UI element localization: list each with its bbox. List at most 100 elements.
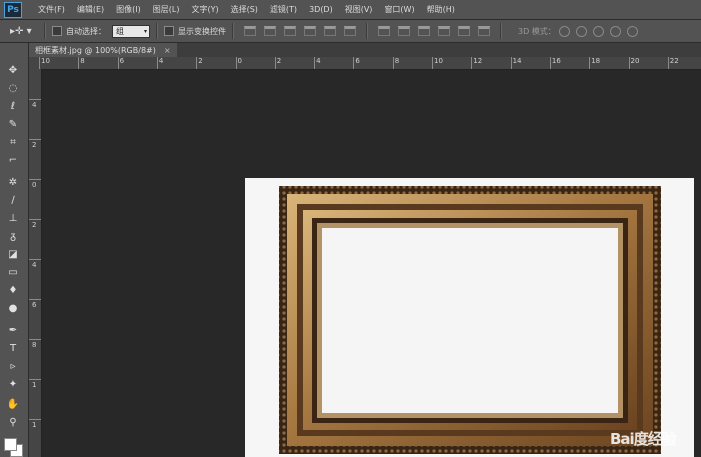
history-brush-tool-icon[interactable]: ᵹ xyxy=(5,229,21,244)
align-left-icon[interactable] xyxy=(304,26,316,36)
ruler-label: 6 xyxy=(32,301,37,309)
ruler-label: 2 xyxy=(198,57,203,65)
quick-select-tool-icon[interactable]: ✎ xyxy=(5,117,21,132)
auto-select-dropdown[interactable]: 组 ▾ xyxy=(112,24,150,38)
close-icon[interactable]: × xyxy=(164,46,171,55)
divider xyxy=(44,23,46,39)
ruler-tick xyxy=(235,57,237,69)
ruler-label: 2 xyxy=(32,141,37,149)
menu-layer[interactable]: 图层(L) xyxy=(147,4,186,15)
ruler-tick xyxy=(589,57,591,69)
align-hcenter-icon[interactable] xyxy=(324,26,336,36)
ruler-label: 6 xyxy=(355,57,360,65)
ruler-label: 12 xyxy=(473,57,483,65)
menu-window[interactable]: 窗口(W) xyxy=(378,4,420,15)
ruler-label: 0 xyxy=(237,57,242,65)
document-tab[interactable]: 相框素材.jpg @ 100%(RGB/8#) × xyxy=(29,43,177,57)
menu-view[interactable]: 视图(V) xyxy=(339,4,379,15)
3d-rotate-icon[interactable] xyxy=(558,25,570,37)
menu-filter[interactable]: 滤镜(T) xyxy=(264,4,303,15)
document-canvas[interactable] xyxy=(245,178,694,457)
ruler-tick xyxy=(353,57,355,69)
distribute-hcenter-icon[interactable] xyxy=(458,26,470,36)
align-vcenter-icon[interactable] xyxy=(264,26,276,36)
hand-tool-icon[interactable]: ✋ xyxy=(5,397,21,412)
tools-panel: ✥ ◌ ℓ ✎ ⌗ ⌐ ✲ ∕ ⊥ ᵹ ◪ ▭ ♦ ● ✒ T ▹ ✦ ✋ ⚲ xyxy=(0,43,29,457)
document-tab-bar: 相框素材.jpg @ 100%(RGB/8#) × xyxy=(29,43,701,57)
ruler-tick xyxy=(29,419,41,420)
align-bottom-icon[interactable] xyxy=(284,26,296,36)
dodge-tool-icon[interactable]: ● xyxy=(5,301,21,316)
crop-tool-icon[interactable]: ⌗ xyxy=(5,135,21,150)
ruler-tick xyxy=(432,57,433,69)
3d-roll-icon[interactable] xyxy=(575,25,587,37)
eraser-tool-icon[interactable]: ◪ xyxy=(5,247,21,262)
ruler-tick xyxy=(314,57,316,69)
3d-scale-icon[interactable] xyxy=(626,25,638,37)
path-selection-tool-icon[interactable]: ▹ xyxy=(5,359,21,374)
move-tool-icon[interactable]: ✥ xyxy=(5,63,21,78)
auto-select-label: 自动选择： xyxy=(66,26,106,36)
distribute-right-icon[interactable] xyxy=(478,26,490,36)
ruler-tick xyxy=(510,57,512,69)
align-right-icon[interactable] xyxy=(344,26,356,36)
ruler-tick xyxy=(392,57,394,69)
vertical-ruler[interactable]: 4 2 0 2 4 6 8 1 1 xyxy=(29,69,42,457)
move-tool-preset-icon[interactable]: ▸✛ ▾ xyxy=(10,23,34,39)
ruler-tick xyxy=(29,99,41,100)
menu-bar: Ps 文件(F) 编辑(E) 图像(I) 图层(L) 文字(Y) 选择(S) 滤… xyxy=(0,0,701,20)
menu-type[interactable]: 文字(Y) xyxy=(185,4,224,15)
pen-tool-icon[interactable]: ✒ xyxy=(5,323,21,338)
menu-image[interactable]: 图像(I) xyxy=(110,4,147,15)
menu-help[interactable]: 帮助(H) xyxy=(421,4,461,15)
blur-tool-icon[interactable]: ♦ xyxy=(5,283,21,298)
ruler-tick xyxy=(549,57,551,69)
auto-select-checkbox[interactable] xyxy=(52,26,62,36)
distribute-top-icon[interactable] xyxy=(378,26,390,36)
menu-file[interactable]: 文件(F) xyxy=(32,4,71,15)
type-tool-icon[interactable]: T xyxy=(5,341,21,356)
ruler-label: 6 xyxy=(119,57,125,65)
divider xyxy=(500,23,502,39)
ruler-tick xyxy=(29,179,41,180)
ruler-tick xyxy=(29,259,41,260)
ruler-label: 20 xyxy=(630,57,640,65)
ruler-label: 1 xyxy=(32,421,37,429)
3d-mode-label: 3D 模式： xyxy=(518,26,556,36)
distribute-bottom-icon[interactable] xyxy=(418,26,430,36)
eyedropper-tool-icon[interactable]: ⌐ xyxy=(5,153,21,168)
ruler-tick xyxy=(196,57,198,69)
zoom-tool-icon[interactable]: ⚲ xyxy=(5,415,21,430)
ruler-label: 16 xyxy=(551,57,561,65)
lasso-tool-icon[interactable]: ℓ xyxy=(5,99,21,114)
3d-drag-icon[interactable] xyxy=(592,25,604,37)
ruler-tick xyxy=(274,57,276,69)
divider xyxy=(232,23,234,39)
menu-edit[interactable]: 编辑(E) xyxy=(71,4,110,15)
3d-slide-icon[interactable] xyxy=(609,25,621,37)
ruler-tick xyxy=(29,139,41,140)
show-transform-label: 显示变换控件 xyxy=(178,26,226,36)
show-transform-checkbox[interactable] xyxy=(164,26,174,36)
ruler-tick xyxy=(667,57,669,69)
divider xyxy=(156,23,158,39)
clone-stamp-tool-icon[interactable]: ⊥ xyxy=(5,211,21,226)
marquee-tool-icon[interactable]: ◌ xyxy=(5,81,21,96)
menu-select[interactable]: 选择(S) xyxy=(225,4,264,15)
foreground-color-swatch[interactable] xyxy=(4,438,17,451)
menu-3d[interactable]: 3D(D) xyxy=(303,5,339,14)
brush-tool-icon[interactable]: ∕ xyxy=(5,193,21,208)
distribute-left-icon[interactable] xyxy=(438,26,450,36)
ruler-tick xyxy=(78,57,80,69)
app-logo: Ps xyxy=(4,1,22,18)
ruler-label: 18 xyxy=(591,57,601,65)
shape-tool-icon[interactable]: ✦ xyxy=(5,377,21,392)
healing-brush-tool-icon[interactable]: ✲ xyxy=(5,175,21,190)
gradient-tool-icon[interactable]: ▭ xyxy=(5,265,21,280)
distribute-vcenter-icon[interactable] xyxy=(398,26,410,36)
ruler-label: 8 xyxy=(394,57,400,65)
align-top-icon[interactable] xyxy=(244,26,256,36)
ruler-label: 4 xyxy=(158,57,164,65)
horizontal-ruler[interactable]: 10 8 6 4 2 0 2 4 6 8 10 12 14 16 18 20 22 xyxy=(29,57,701,70)
ruler-tick xyxy=(29,379,41,380)
